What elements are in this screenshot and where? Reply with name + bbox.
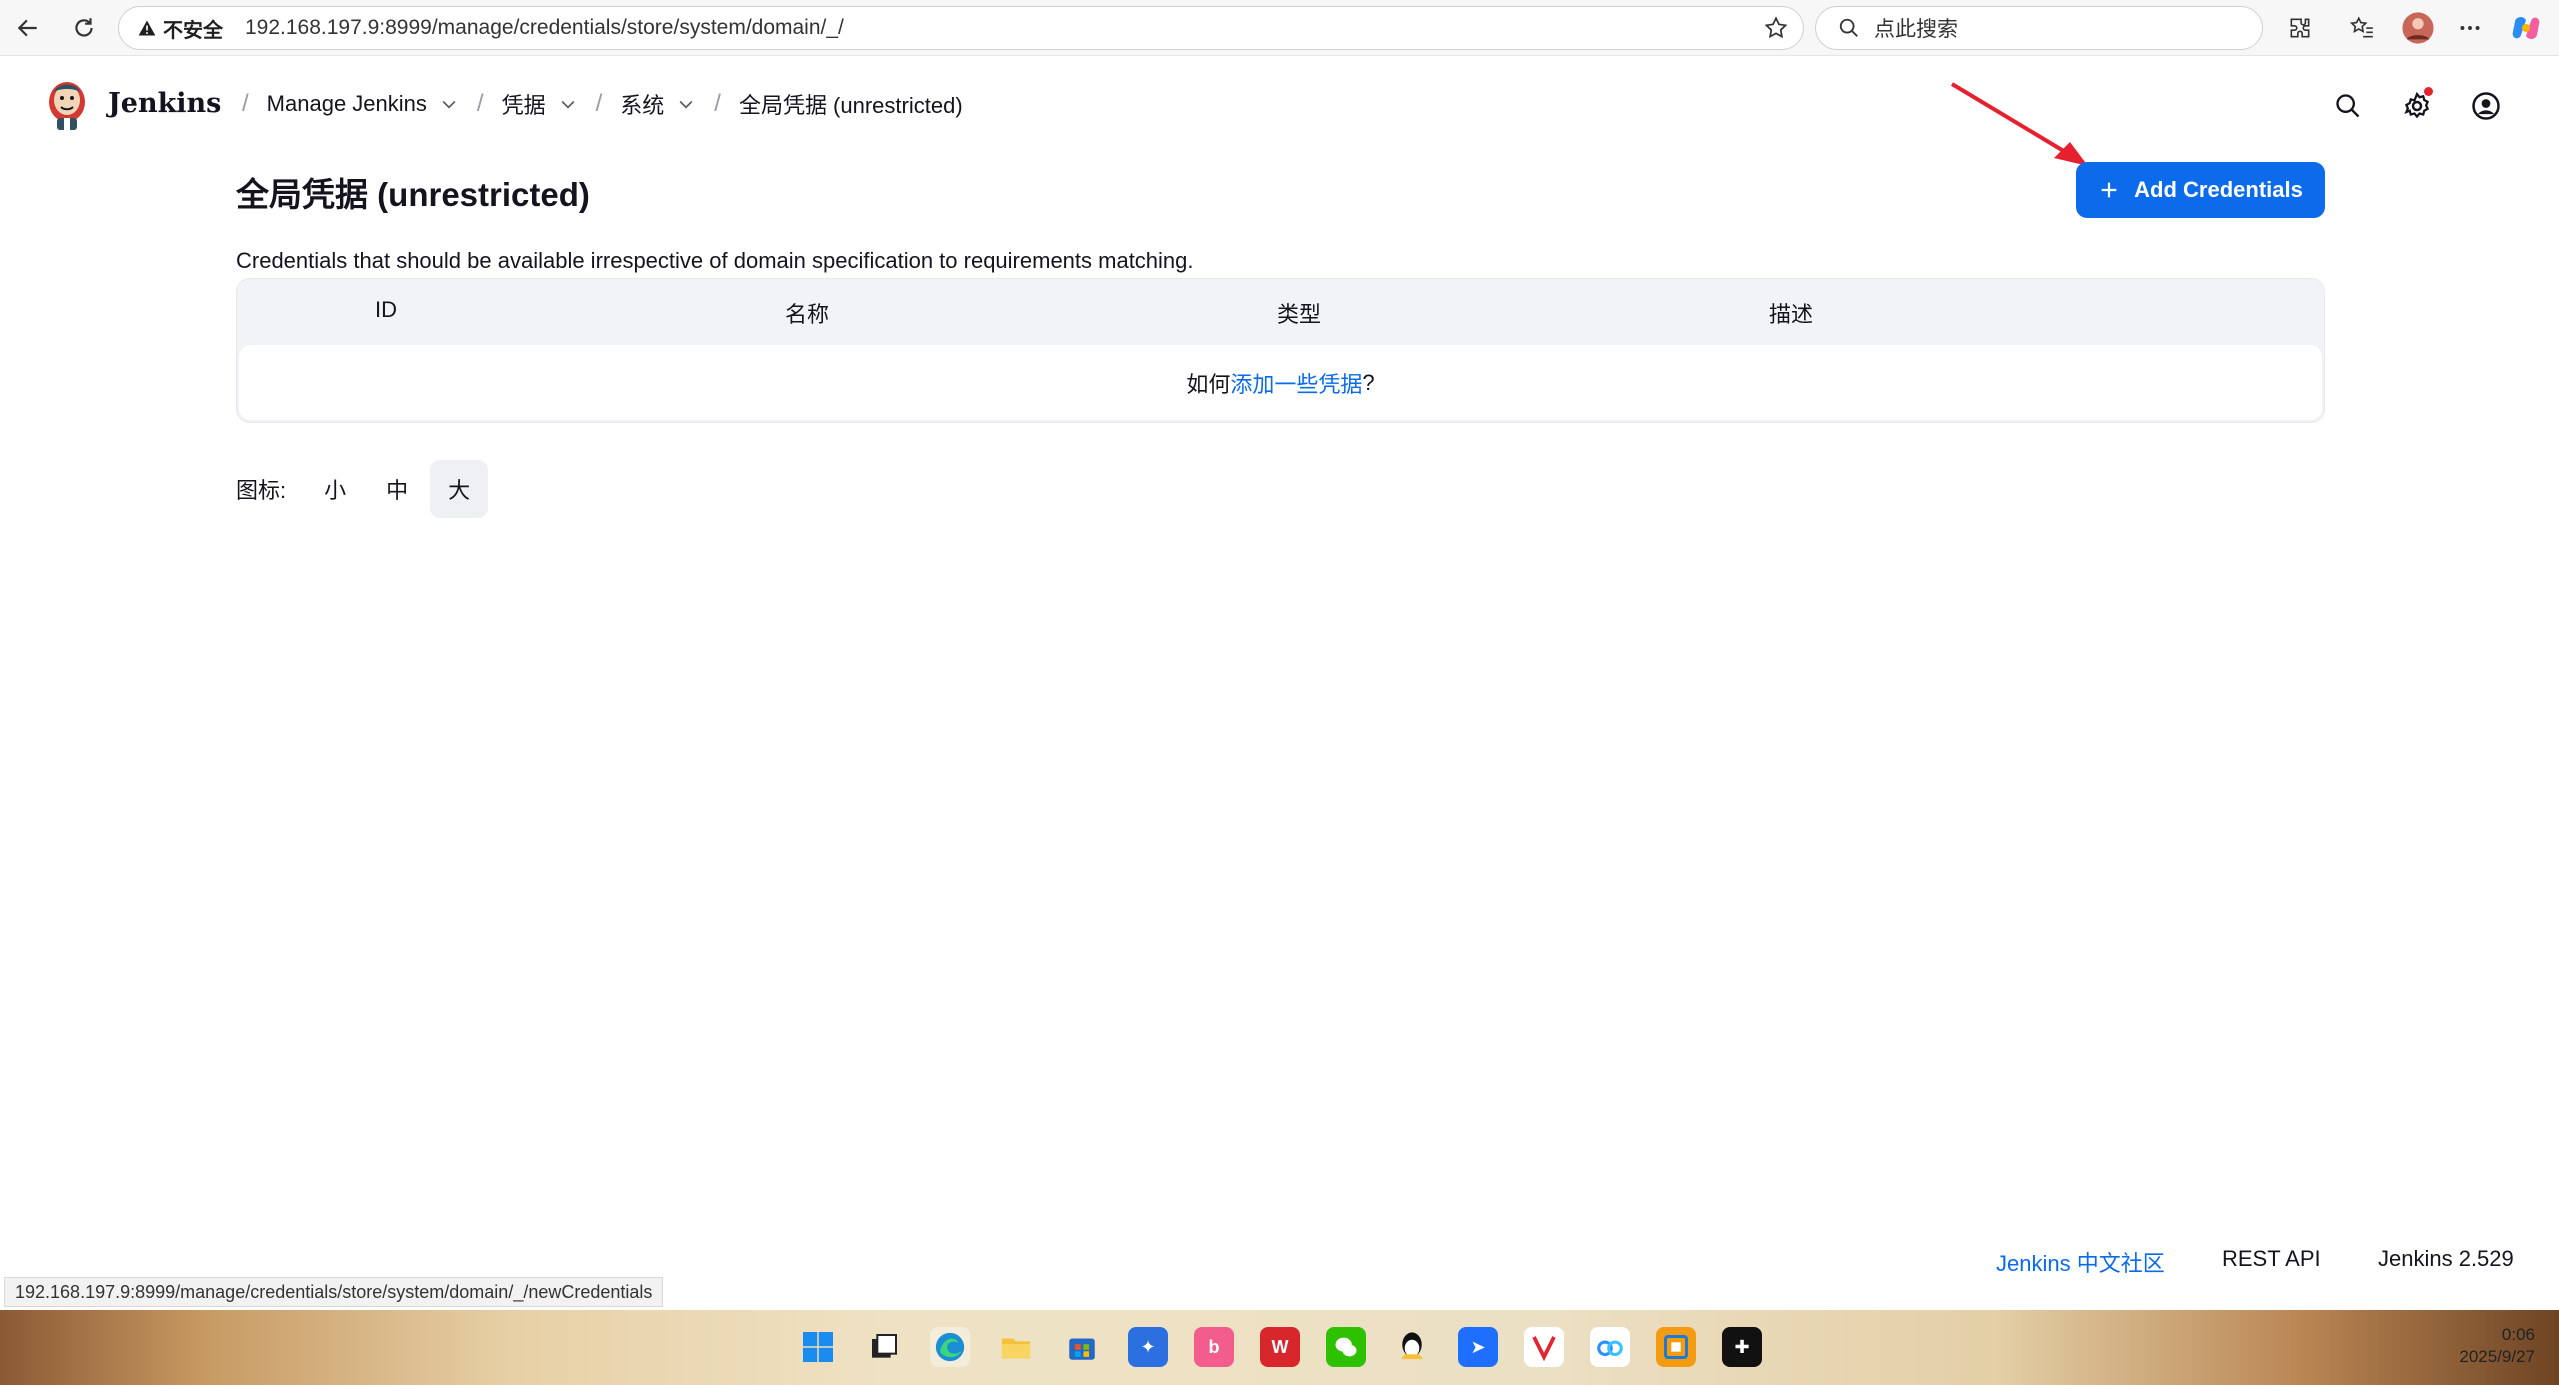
search-icon bbox=[1839, 18, 1858, 37]
qq-app-icon[interactable] bbox=[1392, 1327, 1432, 1367]
baidu-netdisk-icon[interactable] bbox=[1590, 1327, 1630, 1367]
chevron-down-icon[interactable] bbox=[439, 94, 459, 114]
breadcrumb-system[interactable]: 系统 bbox=[620, 88, 696, 120]
search-icon bbox=[2336, 94, 2360, 118]
security-warning[interactable]: 不安全 bbox=[137, 14, 223, 43]
page-description: Credentials that should be available irr… bbox=[236, 248, 1194, 273]
empty-state-suffix: ? bbox=[1362, 369, 1375, 395]
breadcrumb-separator: / bbox=[242, 90, 249, 117]
youdao-app-icon[interactable] bbox=[1524, 1327, 1564, 1367]
browser-toolbar: 不安全 192.168.197.9:8999/manage/credential… bbox=[0, 0, 2559, 56]
icon-size-large[interactable]: 大 bbox=[430, 460, 489, 518]
search-button[interactable] bbox=[2328, 86, 2368, 126]
address-bar[interactable]: 不安全 192.168.197.9:8999/manage/credential… bbox=[118, 6, 1804, 50]
breadcrumb-separator: / bbox=[476, 90, 484, 117]
plus-icon bbox=[2101, 182, 2117, 198]
status-bar-url: 192.168.197.9:8999/manage/credentials/st… bbox=[4, 1277, 664, 1307]
breadcrumb-current: 全局凭据 (unrestricted) bbox=[739, 88, 963, 120]
windows-start-icon[interactable] bbox=[798, 1327, 838, 1367]
back-button[interactable] bbox=[8, 8, 48, 48]
reload-button[interactable] bbox=[64, 8, 104, 48]
icon-size-small[interactable]: 小 bbox=[306, 460, 364, 518]
feishu-app-icon[interactable]: ✦ bbox=[1128, 1327, 1168, 1367]
chevron-down-icon[interactable] bbox=[558, 94, 578, 114]
copilot-button[interactable] bbox=[2506, 8, 2546, 48]
file-explorer-icon[interactable] bbox=[996, 1327, 1036, 1367]
breadcrumb-manage-jenkins[interactable]: Manage Jenkins bbox=[267, 91, 459, 117]
remote-desktop-icon[interactable] bbox=[1656, 1327, 1696, 1367]
clock-time: 0:06 bbox=[2501, 1325, 2535, 1344]
wps-app-icon[interactable]: W bbox=[1260, 1327, 1300, 1367]
windows-taskbar: ✦ b W ➤ ✚ 0:06 2025/9/27 bbox=[0, 1310, 2559, 1385]
dingtalk-app-icon[interactable]: ➤ bbox=[1458, 1327, 1498, 1367]
more-dots-icon bbox=[2460, 26, 2480, 30]
favorites-button[interactable] bbox=[2342, 8, 2382, 48]
store-icon[interactable] bbox=[1062, 1327, 1102, 1367]
empty-state-row: 如何 添加一些凭据 ? bbox=[239, 345, 2322, 420]
user-circle-icon bbox=[2472, 92, 2500, 120]
icon-size-label: 图标: bbox=[236, 478, 287, 503]
jenkins-brand[interactable]: Jenkins bbox=[108, 88, 221, 119]
browser-search[interactable]: 点此搜索 bbox=[1815, 6, 2263, 50]
reload-icon bbox=[75, 18, 93, 37]
breadcrumb-separator: / bbox=[595, 90, 603, 117]
add-credentials-button[interactable]: Add Credentials bbox=[2076, 162, 2325, 218]
add-credentials-label: Add Credentials bbox=[2134, 177, 2303, 202]
user-account-button[interactable] bbox=[2466, 86, 2506, 126]
annotation-arrow-icon bbox=[1950, 82, 2088, 166]
breadcrumb-separator: / bbox=[714, 90, 721, 117]
column-header-id[interactable]: ID bbox=[375, 297, 397, 323]
system-clock[interactable]: 0:06 2025/9/27 bbox=[2459, 1324, 2535, 1368]
notification-dot bbox=[2424, 87, 2433, 96]
insecure-label: 不安全 bbox=[163, 19, 223, 42]
capcut-app-icon[interactable]: ✚ bbox=[1722, 1327, 1762, 1367]
url-text[interactable]: 192.168.197.9:8999/manage/credentials/st… bbox=[245, 16, 844, 40]
add-credentials-link[interactable]: 添加一些凭据 bbox=[1230, 367, 1362, 399]
icon-size-medium[interactable]: 中 bbox=[368, 460, 426, 518]
copilot-icon bbox=[2512, 17, 2540, 39]
icon-size-selector: 图标: 小 中 大 bbox=[236, 460, 489, 518]
bilibili-app-icon[interactable]: b bbox=[1194, 1327, 1234, 1367]
jenkins-header: Jenkins / Manage Jenkins / 凭据 / 系统 / 全局凭… bbox=[4, 58, 2555, 158]
credentials-table: ID 名称 类型 描述 如何 添加一些凭据 ? bbox=[236, 278, 2325, 423]
favorite-star-icon[interactable] bbox=[1763, 15, 1789, 46]
browser-search-placeholder: 点此搜索 bbox=[1874, 18, 1958, 41]
breadcrumb: / Manage Jenkins / 凭据 / 系统 / 全局凭据 (unres… bbox=[224, 88, 963, 120]
clock-date: 2025/9/27 bbox=[2459, 1347, 2535, 1366]
puzzle-icon bbox=[2290, 18, 2310, 38]
extensions-button[interactable] bbox=[2280, 8, 2320, 48]
more-menu-button[interactable] bbox=[2450, 8, 2490, 48]
footer-rest-api-link[interactable]: REST API bbox=[2222, 1246, 2321, 1272]
warning-icon bbox=[138, 20, 156, 36]
breadcrumb-credentials[interactable]: 凭据 bbox=[502, 88, 578, 120]
jenkins-logo-icon[interactable] bbox=[44, 78, 90, 132]
task-view-icon[interactable] bbox=[864, 1327, 904, 1367]
breadcrumb-label[interactable]: 凭据 bbox=[502, 88, 546, 120]
wechat-app-icon[interactable] bbox=[1326, 1327, 1366, 1367]
column-header-type[interactable]: 类型 bbox=[1277, 297, 1321, 329]
back-arrow-icon bbox=[17, 19, 37, 37]
column-header-name[interactable]: 名称 bbox=[785, 297, 829, 329]
breadcrumb-label[interactable]: Manage Jenkins bbox=[267, 91, 427, 117]
column-header-description[interactable]: 描述 bbox=[1769, 297, 1813, 329]
footer-community-link[interactable]: Jenkins 中文社区 bbox=[1996, 1246, 2165, 1278]
profile-avatar-icon bbox=[2402, 12, 2434, 44]
breadcrumb-label: 全局凭据 (unrestricted) bbox=[738, 93, 963, 118]
profile-avatar-button[interactable] bbox=[2398, 8, 2438, 48]
footer-version[interactable]: Jenkins 2.529 bbox=[2378, 1246, 2514, 1272]
favorites-list-icon bbox=[2349, 16, 2373, 38]
edge-browser-icon[interactable] bbox=[930, 1327, 970, 1367]
manage-settings-button[interactable] bbox=[2397, 86, 2437, 126]
page-title: 全局凭据 (unrestricted) bbox=[236, 176, 590, 213]
chevron-down-icon[interactable] bbox=[676, 94, 696, 114]
empty-state-prefix: 如何 bbox=[1186, 371, 1231, 397]
breadcrumb-label[interactable]: 系统 bbox=[620, 88, 664, 120]
